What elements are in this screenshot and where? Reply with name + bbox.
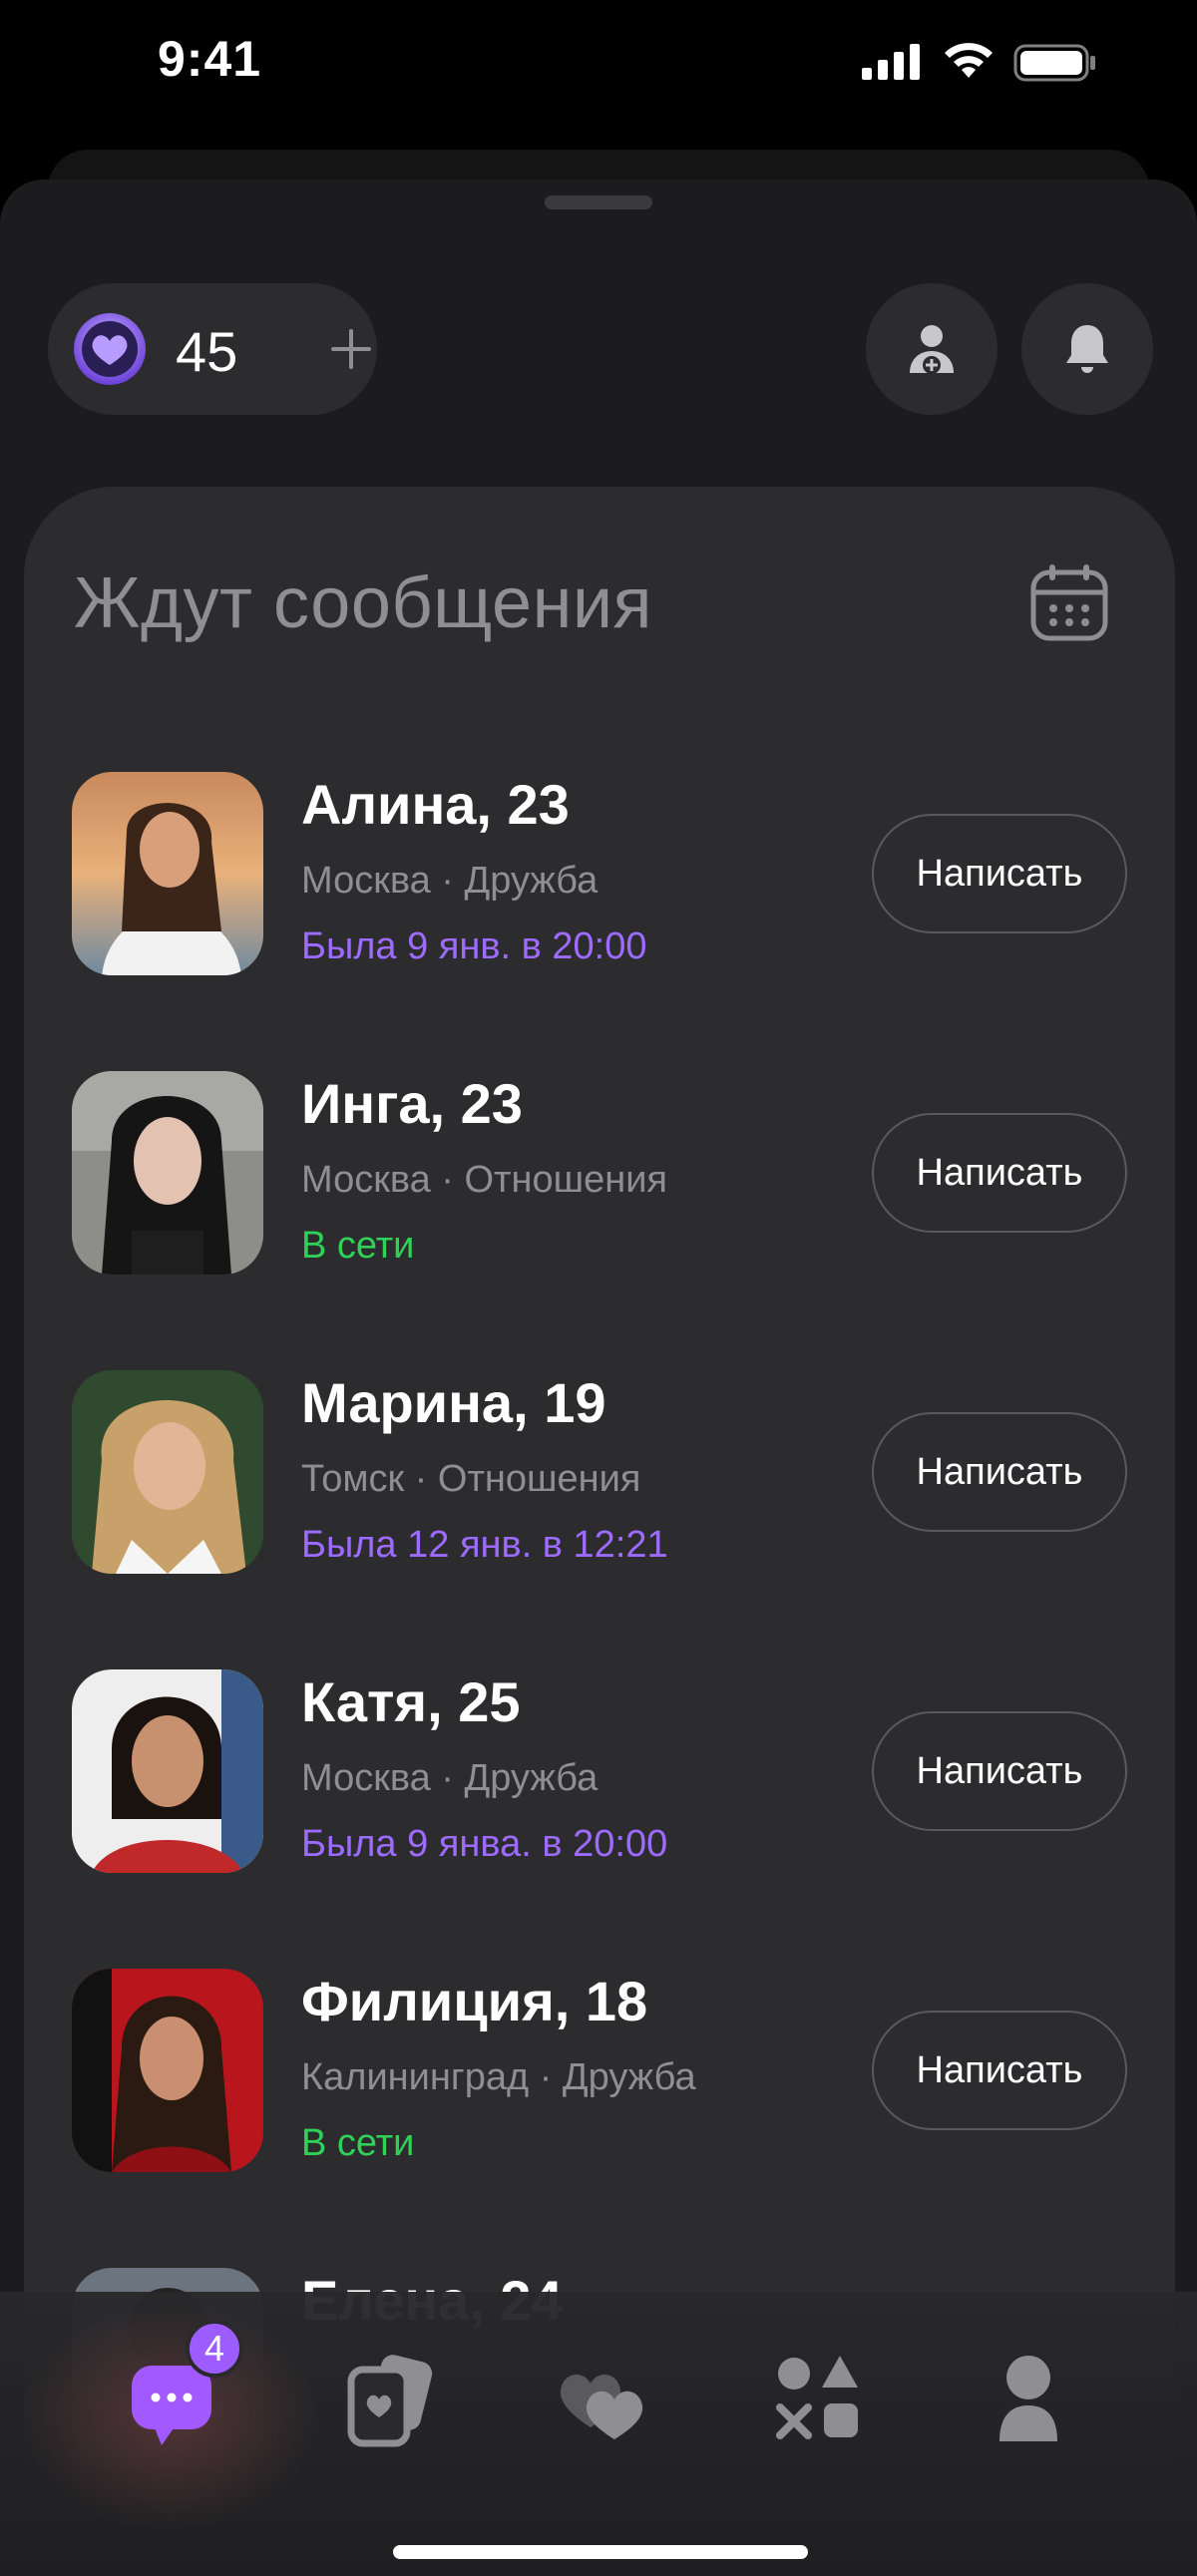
calendar-icon[interactable] — [1027, 560, 1111, 644]
cards-icon — [347, 2355, 433, 2447]
chat-badge: 4 — [186, 2320, 243, 2378]
list-item[interactable]: Инга, 23 Москва · Отношения В сети Напис… — [24, 1071, 1175, 1281]
add-user-icon — [910, 325, 954, 374]
balance-value: 45 — [176, 320, 238, 383]
online-status: В сети — [301, 2122, 415, 2164]
avatar[interactable] — [72, 1969, 263, 2172]
nav-cards[interactable] — [333, 2344, 443, 2453]
sheet-grabber[interactable] — [545, 195, 652, 209]
contact-name: Алина, 23 — [301, 773, 570, 836]
contact-name: Инга, 23 — [301, 1072, 523, 1135]
waiting-messages-card: Ждут сообщения Алина, 23 Москва · Дружба… — [24, 487, 1175, 2576]
avatar[interactable] — [72, 1071, 263, 1275]
balance-pill[interactable]: 45 — [48, 283, 377, 415]
contact-name: Марина, 19 — [301, 1371, 606, 1434]
nav-likes[interactable] — [549, 2344, 658, 2453]
bell-icon — [1066, 325, 1108, 373]
avatar[interactable] — [72, 1669, 263, 1873]
write-message-button[interactable]: Написать — [872, 814, 1127, 933]
list-item[interactable]: Филиция, 18 Калининград · Дружба В сети … — [24, 1969, 1175, 2178]
last-seen-status: Была 9 янва. в 20:00 — [301, 1823, 668, 1865]
heart-gem-icon — [74, 313, 146, 385]
status-bar: 9:41 — [0, 0, 1197, 130]
contact-name: Катя, 25 — [301, 1670, 521, 1733]
list-item[interactable]: Марина, 19 Томск · Отношения Была 12 янв… — [24, 1370, 1175, 1580]
online-status: В сети — [301, 1225, 415, 1267]
avatar[interactable] — [72, 772, 263, 975]
nav-profile[interactable] — [974, 2344, 1083, 2453]
list-item[interactable]: Катя, 25 Москва · Дружба Была 9 янва. в … — [24, 1669, 1175, 1879]
list-item[interactable]: Алина, 23 Москва · Дружба Была 9 янв. в … — [24, 772, 1175, 981]
home-indicator — [393, 2545, 808, 2559]
write-message-button[interactable]: Написать — [872, 1711, 1127, 1831]
bottom-nav: 4 — [0, 2292, 1197, 2576]
main-sheet: 45 Ждут сообщения Алина, 23 Москва · Дру… — [0, 180, 1197, 2576]
status-time: 9:41 — [158, 31, 262, 87]
avatar[interactable] — [72, 1370, 263, 1574]
nav-games[interactable] — [764, 2344, 874, 2453]
signal-icon — [862, 44, 920, 80]
write-message-button[interactable]: Написать — [872, 2011, 1127, 2130]
contact-info: Москва · Дружба — [301, 1757, 598, 1799]
add-friend-button[interactable] — [866, 283, 998, 415]
games-icon — [776, 2356, 858, 2439]
write-message-button[interactable]: Написать — [872, 1412, 1127, 1532]
last-seen-status: Была 9 янв. в 20:00 — [301, 925, 647, 967]
last-seen-status: Была 12 янв. в 12:21 — [301, 1524, 668, 1566]
battery-icon — [1013, 44, 1095, 82]
wifi-icon — [945, 43, 993, 78]
plus-icon[interactable] — [327, 325, 375, 373]
contact-info: Калининград · Дружба — [301, 2056, 696, 2098]
hearts-icon — [560, 2375, 643, 2439]
contact-info: Томск · Отношения — [301, 1458, 641, 1500]
contact-info: Москва · Дружба — [301, 860, 598, 902]
write-message-button[interactable]: Написать — [872, 1113, 1127, 1233]
profile-icon — [999, 2356, 1057, 2441]
notifications-button[interactable] — [1021, 283, 1153, 415]
section-title: Ждут сообщения — [74, 563, 653, 643]
contact-info: Москва · Отношения — [301, 1159, 667, 1201]
contact-name: Филиция, 18 — [301, 1970, 648, 2032]
